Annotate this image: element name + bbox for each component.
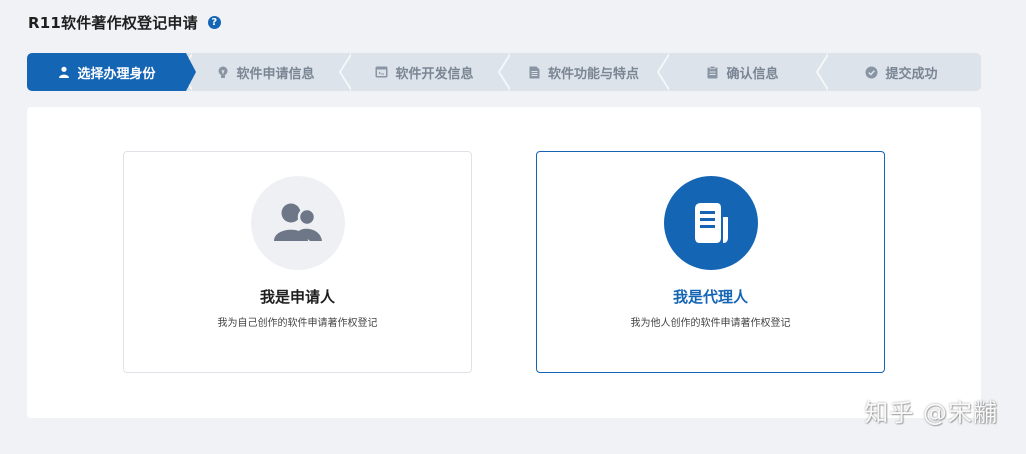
applicant-card[interactable]: 我是申请人 我为自己创作的软件申请著作权登记 bbox=[123, 151, 472, 373]
applicant-card-description: 我为自己创作的软件申请著作权登记 bbox=[217, 318, 378, 329]
code-window-icon bbox=[375, 66, 388, 79]
step-label: 软件开发信息 bbox=[395, 66, 474, 82]
lightbulb-icon bbox=[216, 66, 229, 79]
applicant-card-title: 我是申请人 bbox=[259, 288, 335, 306]
agent-card-description: 我为他人创作的软件申请著作权登记 bbox=[630, 318, 791, 329]
page-title: R11软件著作权登记申请 bbox=[28, 13, 198, 32]
page-header: R11软件著作权登记申请 ? bbox=[28, 10, 221, 34]
agent-card-title: 我是代理人 bbox=[672, 288, 748, 306]
step-software-development-info[interactable]: 软件开发信息 bbox=[339, 53, 504, 91]
question-icon[interactable]: ? bbox=[207, 15, 221, 29]
applicant-icon-circle bbox=[250, 176, 345, 270]
step-label: 软件申请信息 bbox=[236, 66, 315, 82]
step-confirm-info[interactable]: 确认信息 bbox=[657, 53, 822, 91]
step-submit-success[interactable]: 提交成功 bbox=[816, 53, 981, 91]
document-stack-icon bbox=[694, 203, 728, 243]
identity-selection-panel: 我是申请人 我为自己创作的软件申请著作权登记 我是代理人 我为他人创作的软件申请… bbox=[27, 107, 981, 418]
document-icon bbox=[528, 66, 541, 79]
step-select-identity[interactable]: 选择办理身份 bbox=[27, 53, 196, 91]
check-circle-icon bbox=[865, 66, 878, 79]
step-label: 软件功能与特点 bbox=[547, 66, 639, 82]
step-label: 提交成功 bbox=[885, 66, 938, 82]
agent-icon-circle bbox=[663, 176, 758, 270]
step-label: 选择办理身份 bbox=[77, 66, 156, 82]
users-icon bbox=[273, 203, 322, 241]
step-software-application-info[interactable]: 软件申请信息 bbox=[180, 53, 345, 91]
agent-card[interactable]: 我是代理人 我为他人创作的软件申请著作权登记 bbox=[536, 151, 885, 373]
user-icon bbox=[57, 66, 70, 79]
step-progress-bar: 选择办理身份 软件申请信息 软件开发信息 软件功能与特点 确认信息 提交成功 bbox=[27, 53, 981, 91]
step-software-features[interactable]: 软件功能与特点 bbox=[498, 53, 663, 91]
step-label: 确认信息 bbox=[726, 66, 779, 82]
watermark: 知乎 @宋黼 bbox=[864, 399, 998, 427]
clipboard-icon bbox=[706, 65, 719, 79]
